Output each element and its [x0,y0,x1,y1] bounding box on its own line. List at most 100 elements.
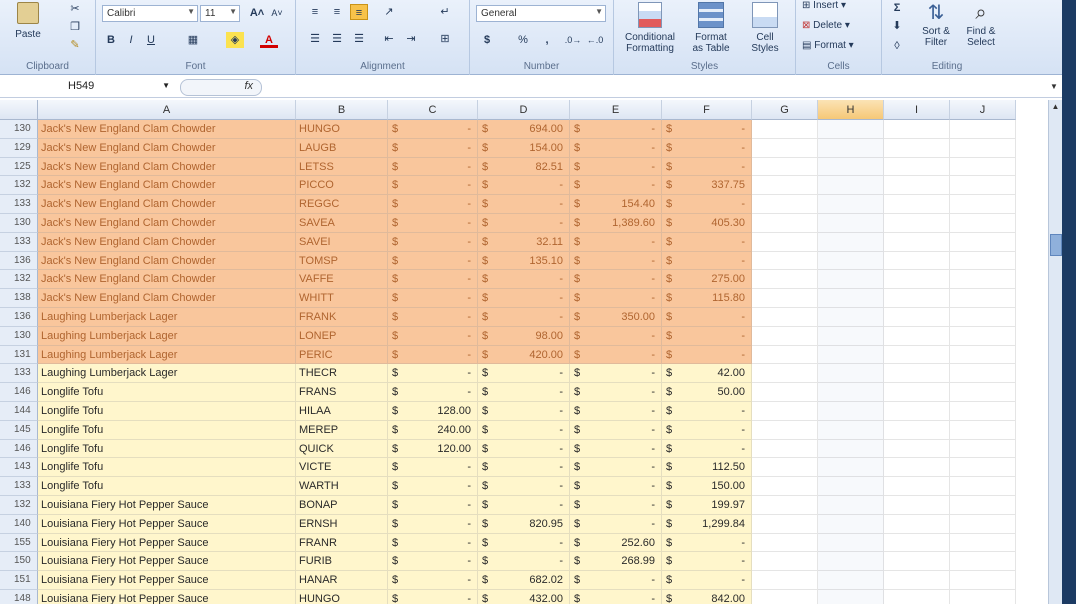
formula-input[interactable] [268,79,1048,96]
cell-e[interactable]: $ - [570,157,662,177]
cell-i[interactable] [884,195,950,214]
row-header[interactable]: 151 [0,571,38,590]
cell-d[interactable]: $32.11 [478,232,570,252]
cell-g[interactable] [752,138,818,158]
cell-h[interactable] [818,439,884,459]
cell-f[interactable]: $ - [662,345,752,365]
cell-b[interactable]: LETSS [296,157,388,177]
cell-f[interactable]: $199.97 [662,496,752,515]
cell-c[interactable]: $ - [388,157,478,177]
cell-e[interactable]: $ - [570,138,662,158]
orientation-icon[interactable]: ↗ [380,4,398,20]
cell-h[interactable] [818,251,884,271]
cell-i[interactable] [884,345,950,365]
cell-b[interactable]: PICCO [296,176,388,196]
cell-a[interactable]: Longlife Tofu [38,402,296,421]
cell-b[interactable]: VICTE [296,458,388,478]
cell-f[interactable]: $115.80 [662,289,752,308]
cell-j[interactable] [950,138,1016,158]
cell-f[interactable]: $ - [662,402,752,421]
row-header[interactable]: 130 [0,326,38,346]
font-size-select[interactable]: 11 ▼ [200,5,240,22]
cell-a[interactable]: Louisiana Fiery Hot Pepper Sauce [38,552,296,572]
cell-f[interactable]: $ - [662,138,752,158]
cell-i[interactable] [884,138,950,158]
cell-a[interactable]: Jack's New England Clam Chowder [38,157,296,177]
cell-h[interactable] [818,590,884,604]
cell-g[interactable] [752,514,818,534]
cell-j[interactable] [950,458,1016,478]
cell-c[interactable]: $ - [388,138,478,158]
cell-h[interactable] [818,383,884,402]
row-header[interactable]: 132 [0,496,38,515]
cell-a[interactable]: Jack's New England Clam Chowder [38,176,296,196]
cell-j[interactable] [950,326,1016,346]
cell-j[interactable] [950,345,1016,365]
cell-i[interactable] [884,571,950,590]
cell-a[interactable]: Louisiana Fiery Hot Pepper Sauce [38,496,296,515]
cell-d[interactable]: $ - [478,195,570,214]
cell-b[interactable]: SAVEI [296,232,388,252]
cell-d[interactable]: $ - [478,552,570,572]
cell-j[interactable] [950,514,1016,534]
cell-g[interactable] [752,251,818,271]
cell-a[interactable]: Laughing Lumberjack Lager [38,326,296,346]
copy-icon[interactable]: ❐ [66,19,84,35]
cell-f[interactable]: $150.00 [662,477,752,496]
row-header[interactable]: 132 [0,176,38,196]
cell-e[interactable]: $350.00 [570,308,662,327]
cell-h[interactable] [818,232,884,252]
row-header[interactable]: 155 [0,533,38,553]
cell-f[interactable]: $ - [662,533,752,553]
align-top-icon[interactable]: ≡ [306,4,324,20]
cell-i[interactable] [884,590,950,604]
row-header[interactable]: 131 [0,345,38,365]
cell-e[interactable]: $ - [570,364,662,384]
cell-g[interactable] [752,420,818,440]
cell-b[interactable]: VAFFE [296,270,388,290]
cell-b[interactable]: FRANK [296,308,388,327]
cell-b[interactable]: WARTH [296,477,388,496]
number-format-select[interactable]: General ▼ [476,5,606,22]
cell-g[interactable] [752,477,818,496]
row-header[interactable]: 130 [0,120,38,139]
delete-button[interactable]: ⊠ Delete ▾ [802,20,850,31]
cell-e[interactable]: $ - [570,345,662,365]
cell-c[interactable]: $ - [388,364,478,384]
cell-i[interactable] [884,214,950,233]
column-header-f[interactable]: F [662,100,752,120]
cell-d[interactable]: $ - [478,477,570,496]
row-header[interactable]: 136 [0,308,38,327]
cell-f[interactable]: $ - [662,552,752,572]
bold-button[interactable]: B [102,32,120,48]
percent-button[interactable]: % [514,32,532,48]
cell-j[interactable] [950,176,1016,196]
row-header[interactable]: 133 [0,477,38,496]
cell-j[interactable] [950,420,1016,440]
column-header-c[interactable]: C [388,100,478,120]
cell-h[interactable] [818,364,884,384]
cell-a[interactable]: Jack's New England Clam Chowder [38,289,296,308]
cell-j[interactable] [950,308,1016,327]
cell-g[interactable] [752,402,818,421]
cell-j[interactable] [950,214,1016,233]
format-cells-button[interactable]: ▤ Format ▾ [802,40,854,51]
cell-g[interactable] [752,590,818,604]
cell-e[interactable]: $ - [570,439,662,459]
cell-c[interactable]: $ - [388,289,478,308]
row-header[interactable]: 133 [0,195,38,214]
cell-c[interactable]: $ - [388,552,478,572]
scroll-up-icon[interactable]: ▲ [1049,100,1062,114]
fill-color-icon[interactable]: ◈ [226,32,244,48]
row-header[interactable]: 130 [0,214,38,233]
cell-b[interactable]: QUICK [296,439,388,459]
cell-f[interactable]: $ - [662,120,752,139]
cell-a[interactable]: Laughing Lumberjack Lager [38,308,296,327]
cell-b[interactable]: WHITT [296,289,388,308]
cell-b[interactable]: TOMSP [296,251,388,271]
cell-j[interactable] [950,552,1016,572]
column-header-h[interactable]: H [818,100,884,120]
align-left-icon[interactable]: ☰ [306,31,324,47]
cell-d[interactable]: $98.00 [478,326,570,346]
cell-a[interactable]: Louisiana Fiery Hot Pepper Sauce [38,590,296,604]
